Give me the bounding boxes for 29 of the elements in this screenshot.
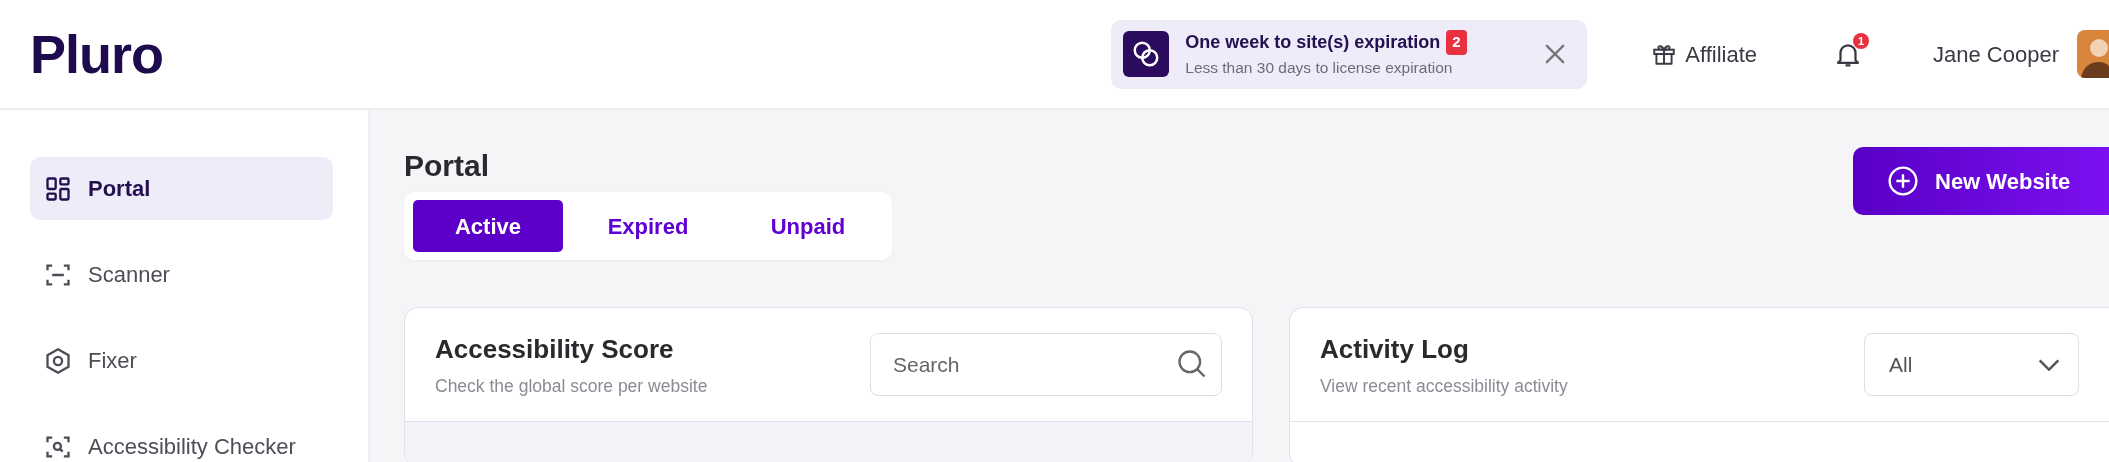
page-title: Portal <box>404 148 491 184</box>
plus-circle-icon <box>1887 165 1919 197</box>
hexagon-icon <box>44 346 72 375</box>
card-subtitle: Check the global score per website <box>435 374 708 398</box>
sidebar-item[interactable]: Portal <box>30 157 333 220</box>
tab[interactable]: Expired <box>573 200 723 252</box>
card-title: Accessibility Score <box>435 332 675 366</box>
sidebar-item[interactable]: Scanner <box>30 243 333 306</box>
count-badge: 2 <box>1446 30 1467 55</box>
notification-badge: 1 <box>1853 33 1869 49</box>
avatar[interactable] <box>2077 30 2109 78</box>
card-title: Activity Log <box>1320 332 1470 366</box>
tab[interactable]: Unpaid <box>733 200 883 252</box>
sidebar-item[interactable]: Fixer <box>30 329 333 392</box>
card-subtitle: View recent accessibility activity <box>1320 374 1568 398</box>
affiliate-link[interactable]: Affiliate <box>1645 36 1763 72</box>
notifications-button[interactable]: 1 <box>1827 33 1869 75</box>
filter-dropdown[interactable]: All <box>1864 333 2079 396</box>
search-icon <box>1178 350 1206 378</box>
chevron-down-icon <box>2038 358 2060 371</box>
new-website-button[interactable]: New Website <box>1853 147 2109 215</box>
notification-title: One week to site(s) expiration <box>1185 30 1441 54</box>
grid-icon <box>44 174 72 203</box>
sidebar-item[interactable]: Accessibility Checker <box>30 415 333 462</box>
search-field[interactable]: Search <box>870 333 1222 396</box>
logo: Pluro <box>30 27 163 81</box>
user-name: Jane Cooper <box>1933 40 2059 69</box>
tab[interactable]: Active <box>413 200 563 252</box>
notification-subtitle: Less than 30 days to license expiration <box>1185 57 1454 78</box>
